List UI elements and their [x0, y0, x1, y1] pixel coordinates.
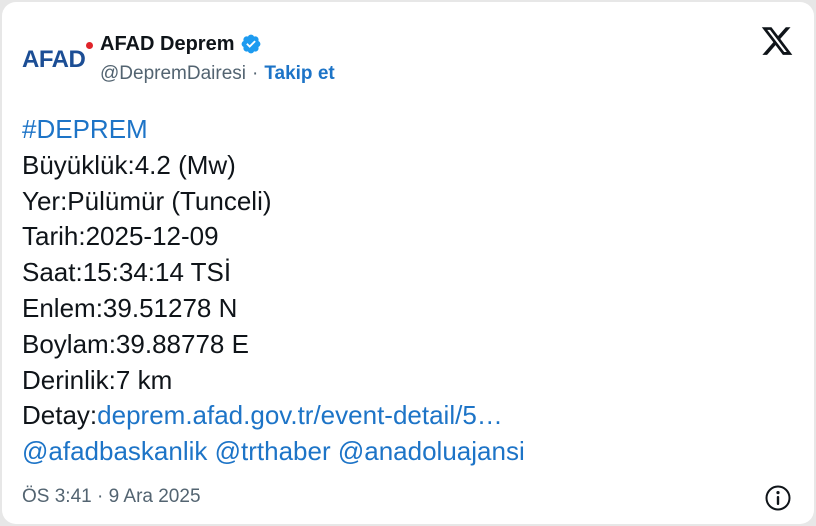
- afad-logo[interactable]: AFAD: [22, 42, 94, 82]
- time-line: Saat:15:34:14 TSİ: [22, 257, 232, 288]
- tweet-header: AFAD AFAD Deprem @DepremDairesi · Takip …: [2, 2, 814, 102]
- tweet-timestamp[interactable]: ÖS 3:41 · 9 Ara 2025: [22, 486, 201, 508]
- logo-text: AFAD: [22, 46, 86, 73]
- date-line: Tarih:2025-12-09: [22, 221, 219, 252]
- depth-line: Derinlik:7 km: [22, 364, 173, 395]
- magnitude-line: Büyüklük:4.2 (Mw): [22, 149, 236, 180]
- mention-link[interactable]: @anadoluajansi: [338, 436, 525, 466]
- author-info: AFAD Deprem @DepremDairesi · Takip et: [100, 30, 335, 88]
- location-line: Yer:Pülümür (Tunceli): [22, 185, 272, 216]
- follow-button[interactable]: Takip et: [264, 63, 334, 85]
- tweet-text: #DEPREM Büyüklük:4.2 (Mw) Yer:Pülümür (T…: [22, 112, 802, 470]
- detail-link[interactable]: deprem.afad.gov.tr/event-detail/5…: [97, 400, 503, 430]
- handle-separator: ·: [252, 63, 259, 84]
- tweet-card: AFAD AFAD Deprem @DepremDairesi · Takip …: [2, 2, 814, 524]
- latitude-line: Enlem:39.51278 N: [22, 292, 238, 323]
- longitude-line: Boylam:39.88778 E: [22, 328, 249, 359]
- detail-label: Detay:: [22, 400, 98, 431]
- info-icon[interactable]: [764, 484, 792, 512]
- hashtag-link[interactable]: #DEPREM: [22, 114, 148, 144]
- x-logo-icon[interactable]: [760, 24, 794, 58]
- author-name[interactable]: AFAD Deprem: [100, 33, 234, 56]
- author-handle[interactable]: @DepremDairesi: [100, 63, 246, 85]
- tweet-footer: ÖS 3:41 · 9 Ara 2025: [22, 480, 796, 516]
- verified-badge-icon: [240, 33, 262, 55]
- mention-link[interactable]: @afadbaskanlik: [22, 436, 207, 466]
- logo-dot: [86, 42, 93, 49]
- mention-link[interactable]: @trthaber: [215, 436, 331, 466]
